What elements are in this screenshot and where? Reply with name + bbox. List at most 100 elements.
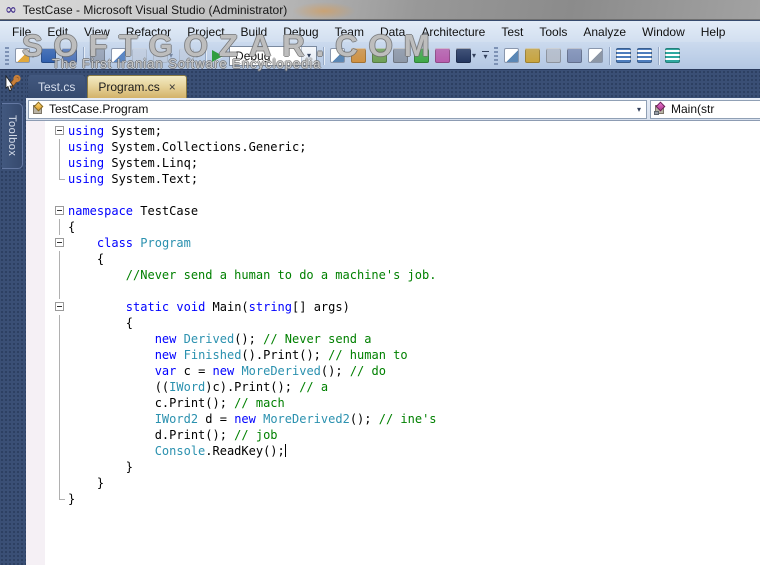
insert-snippet-icon[interactable] [586, 46, 605, 65]
close-tab-icon[interactable]: × [169, 81, 176, 93]
find-in-files-icon[interactable] [328, 46, 347, 65]
menu-item-test[interactable]: Test [493, 23, 531, 41]
display-member-list-icon[interactable] [502, 46, 521, 65]
increase-indent-icon[interactable] [635, 46, 654, 65]
menu-item-debug[interactable]: Debug [275, 23, 326, 41]
copy-icon[interactable] [109, 46, 128, 65]
debug-configuration-select[interactable]: Debug ▾ [229, 45, 318, 66]
comment-selection-icon[interactable] [663, 46, 682, 65]
code-line[interactable] [45, 283, 760, 299]
toolbar-separator [658, 46, 660, 65]
code-line[interactable]: using System.Linq; [45, 155, 760, 171]
selection-margin[interactable] [26, 121, 45, 565]
menu-item-help[interactable]: Help [693, 23, 734, 41]
code-line[interactable]: new Finished().Print(); // human to [45, 347, 760, 363]
code-line[interactable] [45, 187, 760, 203]
dropdown-arrow-icon[interactable]: ▾ [472, 51, 476, 60]
code-line[interactable]: { [45, 219, 760, 235]
toolbar: ▾ ▾ ▾ Debug ▾ ▾ ▾ [0, 42, 760, 70]
outlining-collapse-box[interactable] [53, 203, 67, 219]
code-line[interactable]: c.Print(); // mach [45, 395, 760, 411]
code-text: using System; [68, 124, 162, 138]
chevron-down-icon[interactable]: ▾ [301, 46, 317, 65]
properties-window-icon[interactable] [349, 46, 368, 65]
display-parameter-info-icon[interactable] [523, 46, 542, 65]
outlining-margin [53, 331, 67, 347]
outlining-margin [53, 187, 67, 203]
navigate-to-icon[interactable] [412, 46, 431, 65]
menu-item-team[interactable]: Team [327, 23, 372, 41]
code-line[interactable]: class Program [45, 235, 760, 251]
code-line[interactable]: } [45, 475, 760, 491]
code-line[interactable]: { [45, 315, 760, 331]
extension-manager-icon[interactable] [433, 46, 452, 65]
menu-item-file[interactable]: File [4, 23, 39, 41]
code-line[interactable]: } [45, 491, 760, 507]
cut-icon[interactable] [88, 46, 107, 65]
tab-test-cs[interactable]: Test.cs [28, 75, 86, 98]
menu-item-edit[interactable]: Edit [39, 23, 76, 41]
play-icon [212, 49, 224, 62]
outlining-collapse-box[interactable] [53, 235, 67, 251]
menu-item-refactor[interactable]: Refactor [118, 23, 179, 41]
code-line[interactable]: Console.ReadKey(); [45, 443, 760, 459]
code-line[interactable]: ((IWord)c).Print(); // a [45, 379, 760, 395]
display-quick-info-icon[interactable] [544, 46, 563, 65]
save-icon[interactable] [39, 46, 58, 65]
debug-configuration-value: Debug [235, 48, 271, 63]
visual-studio-window: ∞ TestCase - Microsoft Visual Studio (Ad… [0, 0, 760, 565]
code-line[interactable]: using System; [45, 123, 760, 139]
tools-options-icon[interactable] [391, 46, 410, 65]
code-text: { [68, 220, 76, 234]
dropdown-arrow-icon[interactable]: ▾ [31, 51, 35, 60]
members-dropdown[interactable]: Main(str [650, 99, 760, 119]
types-dropdown[interactable]: TestCase.Program ▾ [28, 99, 647, 119]
menu-item-architecture[interactable]: Architecture [413, 23, 493, 41]
code-text: { [68, 316, 134, 330]
code-line[interactable]: var c = new MoreDerived(); // do [45, 363, 760, 379]
visual-studio-icon[interactable]: ∞ [5, 3, 17, 17]
code-text: d.Print(); // job [68, 428, 278, 442]
toolbar-options-button[interactable]: ▾ [480, 50, 491, 62]
redo-icon: ▾ [177, 46, 201, 65]
decrease-indent-icon[interactable] [614, 46, 633, 65]
code-line[interactable]: //Never send a human to do a machine's j… [45, 267, 760, 283]
command-window-icon[interactable]: ▾ [454, 46, 478, 65]
menu-item-tools[interactable]: Tools [531, 23, 575, 41]
code-line[interactable]: { [45, 251, 760, 267]
tab-program-cs[interactable]: Program.cs × [87, 75, 187, 98]
menu-item-build[interactable]: Build [233, 23, 276, 41]
save-all-icon[interactable] [60, 46, 79, 65]
display-word-completion-icon[interactable] [565, 46, 584, 65]
menu-item-view[interactable]: View [76, 23, 118, 41]
code-line[interactable]: using System.Collections.Generic; [45, 139, 760, 155]
toolbar-grip[interactable] [494, 46, 499, 65]
code-line[interactable]: d.Print(); // job [45, 427, 760, 443]
document-tab-strip: Test.cs Program.cs × [26, 70, 760, 98]
outlining-margin [53, 219, 67, 235]
outlining-margin [53, 251, 67, 267]
chevron-down-icon[interactable]: ▾ [632, 101, 646, 118]
editor-code-area[interactable]: using System; using System.Collections.Ge… [45, 121, 760, 565]
code-line[interactable]: namespace TestCase [45, 203, 760, 219]
title-bar[interactable]: ∞ TestCase - Microsoft Visual Studio (Ad… [0, 0, 760, 20]
toolbar-grip[interactable] [5, 46, 9, 65]
menu-item-analyze[interactable]: Analyze [575, 23, 634, 41]
code-line[interactable]: IWord2 d = new MoreDerived2(); // ine's [45, 411, 760, 427]
class-icon [31, 101, 45, 116]
start-debugging-button[interactable] [210, 48, 225, 64]
menu-item-window[interactable]: Window [634, 23, 693, 41]
outlining-collapse-box[interactable] [53, 299, 67, 315]
code-text: using System.Collections.Generic; [68, 140, 307, 154]
code-line[interactable]: new Derived(); // Never send a [45, 331, 760, 347]
outlining-margin [53, 395, 67, 411]
object-browser-icon[interactable] [370, 46, 389, 65]
code-line[interactable]: } [45, 459, 760, 475]
new-project-icon[interactable]: ▾ [13, 46, 37, 65]
toolbox-tab[interactable]: Toolbox [2, 103, 23, 169]
code-line[interactable]: static void Main(string[] args) [45, 299, 760, 315]
menu-item-data[interactable]: Data [372, 23, 413, 41]
outlining-collapse-box[interactable] [53, 123, 67, 139]
code-line[interactable]: using System.Text; [45, 171, 760, 187]
menu-item-project[interactable]: Project [179, 23, 232, 41]
